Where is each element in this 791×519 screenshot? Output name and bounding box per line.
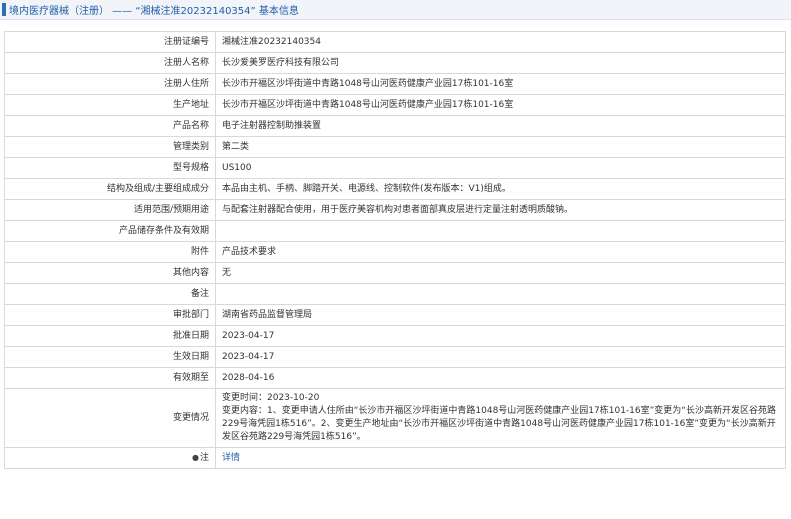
row-value-registrant-address: 长沙市开福区沙坪街道中青路1048号山河医药健康产业园17栋101-16室 bbox=[215, 73, 786, 95]
row-label-registrant-address: 注册人住所 bbox=[4, 73, 216, 95]
table-row: 注册证编号 湘械注准20232140354 bbox=[4, 31, 786, 53]
table-row: 适用范围/预期用途 与配套注射器配合使用，用于医疗美容机构对患者面部真皮层进行定… bbox=[4, 199, 786, 221]
row-value-production-address: 长沙市开福区沙坪街道中青路1048号山河医药健康产业园17栋101-16室 bbox=[215, 94, 786, 116]
table-row-change: 变更情况 变更时间：2023-10-20 变更内容：1、变更申请人住所由“长沙市… bbox=[4, 388, 786, 448]
table-row: 产品储存条件及有效期 bbox=[4, 220, 786, 242]
table-row: 生产地址 长沙市开福区沙坪街道中青路1048号山河医药健康产业园17栋101-1… bbox=[4, 94, 786, 116]
row-label-other: 其他内容 bbox=[4, 262, 216, 284]
detail-table: 注册证编号 湘械注准20232140354 注册人名称 长沙爱美罗医疗科技有限公… bbox=[4, 31, 786, 469]
change-content: 变更内容：1、变更申请人住所由“长沙市开福区沙坪街道中青路1048号山河医药健康… bbox=[222, 406, 776, 442]
table-row: 备注 bbox=[4, 283, 786, 305]
table-row-note: ●注 详情 bbox=[4, 447, 786, 469]
table-row: 有效期至 2028-04-16 bbox=[4, 367, 786, 389]
row-label-registrant-name: 注册人名称 bbox=[4, 52, 216, 74]
row-label-change: 变更情况 bbox=[4, 388, 216, 448]
row-label-management-class: 管理类别 bbox=[4, 136, 216, 158]
table-row: 附件 产品技术要求 bbox=[4, 241, 786, 263]
row-value-remark bbox=[215, 283, 786, 305]
pin-icon: ● bbox=[192, 453, 199, 462]
row-label-production-address: 生产地址 bbox=[4, 94, 216, 116]
row-label-note: ●注 bbox=[4, 447, 216, 469]
detail-table-body: 注册证编号 湘械注准20232140354 注册人名称 长沙爱美罗医疗科技有限公… bbox=[4, 31, 786, 469]
row-label-approval-date: 批准日期 bbox=[4, 325, 216, 347]
title-marker-icon bbox=[2, 3, 6, 16]
row-value-other: 无 bbox=[215, 262, 786, 284]
row-label-structure: 结构及组成/主要组成成分 bbox=[4, 178, 216, 200]
row-value-intended-use: 与配套注射器配合使用，用于医疗美容机构对患者面部真皮层进行定量注射透明质酸钠。 bbox=[215, 199, 786, 221]
table-row: 注册人住所 长沙市开福区沙坪街道中青路1048号山河医药健康产业园17栋101-… bbox=[4, 73, 786, 95]
row-value-approval-dept: 湖南省药品监督管理局 bbox=[215, 304, 786, 326]
row-label-intended-use: 适用范围/预期用途 bbox=[4, 199, 216, 221]
row-value-registrant-name: 长沙爱美罗医疗科技有限公司 bbox=[215, 52, 786, 74]
note-label: 注 bbox=[199, 453, 209, 463]
row-label-effective-date: 生效日期 bbox=[4, 346, 216, 368]
table-row: 生效日期 2023-04-17 bbox=[4, 346, 786, 368]
row-value-note: 详情 bbox=[215, 447, 786, 469]
row-value-structure: 本品由主机、手柄、脚踏开关、电源线、控制软件(发布版本：V1)组成。 bbox=[215, 178, 786, 200]
table-row: 批准日期 2023-04-17 bbox=[4, 325, 786, 347]
row-label-approval-dept: 审批部门 bbox=[4, 304, 216, 326]
row-label-product-name: 产品名称 bbox=[4, 115, 216, 137]
row-label-storage: 产品储存条件及有效期 bbox=[4, 220, 216, 242]
row-label-model-spec: 型号规格 bbox=[4, 157, 216, 179]
table-row: 审批部门 湖南省药品监督管理局 bbox=[4, 304, 786, 326]
row-value-management-class: 第二类 bbox=[215, 136, 786, 158]
table-row: 管理类别 第二类 bbox=[4, 136, 786, 158]
row-value-valid-until: 2028-04-16 bbox=[215, 367, 786, 389]
row-label-registration-number: 注册证编号 bbox=[4, 31, 216, 53]
change-time: 变更时间：2023-10-20 bbox=[222, 393, 320, 403]
table-row: 注册人名称 长沙爱美罗医疗科技有限公司 bbox=[4, 52, 786, 74]
row-value-attachment: 产品技术要求 bbox=[215, 241, 786, 263]
row-value-storage bbox=[215, 220, 786, 242]
table-row: 结构及组成/主要组成成分 本品由主机、手柄、脚踏开关、电源线、控制软件(发布版本… bbox=[4, 178, 786, 200]
row-value-registration-number: 湘械注准20232140354 bbox=[215, 31, 786, 53]
page-title-bar: 境内医疗器械（注册） —— “湘械注准20232140354” 基本信息 bbox=[0, 0, 791, 20]
row-label-attachment: 附件 bbox=[4, 241, 216, 263]
row-value-change: 变更时间：2023-10-20 变更内容：1、变更申请人住所由“长沙市开福区沙坪… bbox=[215, 388, 786, 448]
row-value-effective-date: 2023-04-17 bbox=[215, 346, 786, 368]
details-link[interactable]: 详情 bbox=[222, 453, 240, 463]
table-row: 其他内容 无 bbox=[4, 262, 786, 284]
page-title: 境内医疗器械（注册） —— “湘械注准20232140354” 基本信息 bbox=[9, 6, 299, 17]
table-row: 产品名称 电子注射器控制助推装置 bbox=[4, 115, 786, 137]
row-value-model-spec: US100 bbox=[215, 157, 786, 179]
row-label-valid-until: 有效期至 bbox=[4, 367, 216, 389]
row-value-approval-date: 2023-04-17 bbox=[215, 325, 786, 347]
row-value-product-name: 电子注射器控制助推装置 bbox=[215, 115, 786, 137]
row-label-remark: 备注 bbox=[4, 283, 216, 305]
table-row: 型号规格 US100 bbox=[4, 157, 786, 179]
